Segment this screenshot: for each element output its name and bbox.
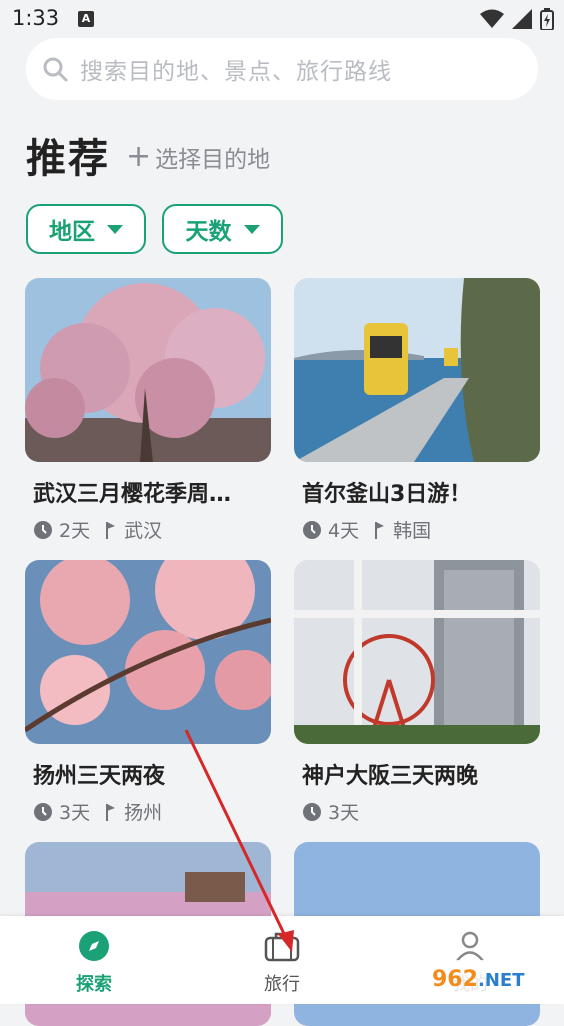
trip-card-days: 3天 [328,802,360,824]
trip-card-meta: 2天 武汉 [33,516,271,543]
flag-icon [106,803,116,821]
chevron-down-icon [243,224,260,234]
trip-card-image [25,560,271,744]
search-placeholder: 搜索目的地、景点、旅行路线 [80,59,392,85]
tab-trips[interactable]: 旅行 [232,930,332,996]
trip-card[interactable]: 首尔釜山3日游！ 4天 韩国 [294,278,540,543]
trip-card-days: 3天 [59,802,91,824]
tab-trips-label: 旅行 [264,974,300,995]
page-title: 推荐 [26,136,110,182]
flag-icon [375,521,385,539]
trip-card-image [294,278,540,462]
status-time: 1:33 [12,6,60,30]
trip-card-meta: 3天 [302,798,540,825]
battery-icon [540,8,554,30]
trip-card-meta: 4天 韩国 [302,516,540,543]
search-bar[interactable]: 搜索目的地、景点、旅行路线 [26,38,538,100]
trip-card-title: 神户大阪三天两晚 [302,764,479,789]
suitcase-icon [264,932,300,962]
filter-days-label: 天数 [185,219,232,245]
chevron-down-icon [107,224,123,234]
trip-card-days: 2天 [59,520,91,542]
filter-days[interactable]: 天数 [162,204,283,254]
trip-card-title: 首尔釜山3日游！ [302,482,472,507]
trip-card-place: 武汉 [124,520,163,542]
trip-card-meta: 3天 扬州 [33,798,271,825]
trip-card-title: 武汉三月樱花季周… [33,482,232,507]
plus-icon: + [126,139,152,174]
flag-icon [106,521,116,539]
clock-icon [34,520,52,539]
trip-card[interactable]: 神户大阪三天两晚 3天 [294,560,540,825]
svg-text:962: 962 [432,967,478,992]
status-icons [480,8,554,30]
search-icon [43,57,68,82]
signal-icon [512,9,532,29]
filter-region-label: 地区 [49,219,95,245]
tab-explore[interactable]: 探索 [44,930,144,996]
compass-icon [79,931,109,961]
tab-explore-label: 探索 [76,974,112,995]
clock-icon [34,802,52,821]
trip-card-image [294,560,540,744]
trip-card-days: 4天 [328,520,360,542]
trip-card[interactable]: 扬州三天两夜 3天 扬州 [25,560,271,825]
select-destination-label: 选择目的地 [155,147,271,173]
trip-card[interactable]: 武汉三月樱花季周… 2天 武汉 [25,278,271,543]
trip-card-title: 扬州三天两夜 [33,764,166,789]
status-bar: 1:33 A [0,0,564,40]
select-destination-button[interactable]: + 选择目的地 [126,140,270,174]
wifi-icon [480,9,504,28]
trip-card-place: 韩国 [393,520,432,542]
notification-a-icon: A [78,11,94,27]
trip-card-image [25,278,271,462]
trip-card-place: 扬州 [124,802,163,824]
clock-icon [303,802,321,821]
filter-region[interactable]: 地区 [26,204,146,254]
watermark-logo: 962 .NET [426,950,560,1000]
clock-icon [303,520,321,539]
svg-text:.NET: .NET [478,970,525,991]
